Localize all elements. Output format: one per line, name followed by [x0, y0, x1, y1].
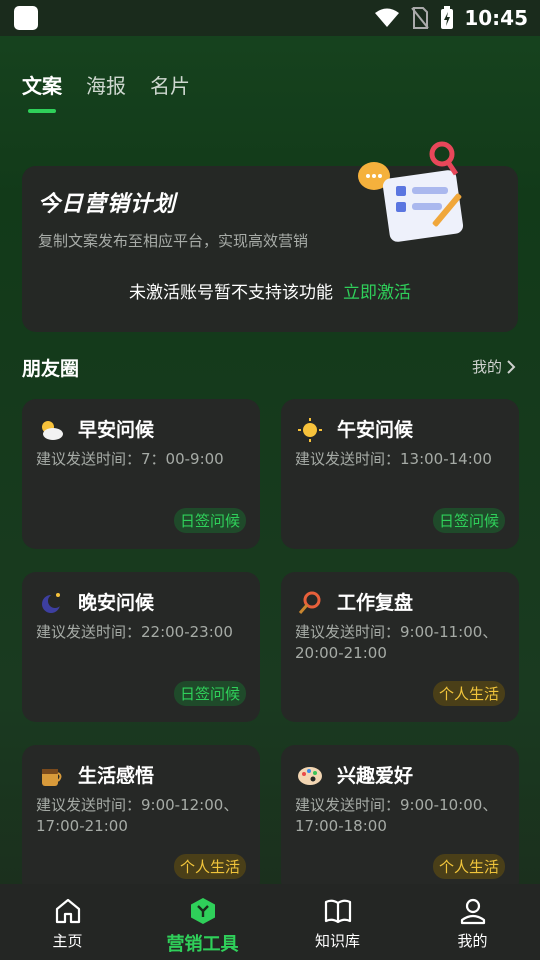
nav-home[interactable]: 主页 [0, 884, 135, 960]
card-desc: 建议发送时间：22:00-23:00 [36, 623, 233, 641]
app-notification-icon [14, 6, 38, 30]
nav-knowledge-base[interactable]: 知识库 [270, 884, 405, 960]
battery-charging-icon [441, 6, 454, 29]
activate-link[interactable]: 立即激活 [343, 283, 411, 303]
card-badge: 个人生活 [432, 854, 505, 879]
card-badge: 个人生活 [173, 854, 246, 879]
checklist-illustration-icon [358, 141, 464, 242]
section-title-moments: 朋友圈 [22, 358, 80, 380]
coffee-cup-icon [42, 769, 62, 786]
status-bar: 10:45 [0, 0, 540, 36]
card-title: 午安问候 [337, 419, 414, 441]
palette-icon [298, 767, 322, 785]
plan-subtitle: 复制文案发布至相应平台，实现高效营销 [38, 232, 309, 250]
card-work-review[interactable]: 工作复盘 建议发送时间：9:00-11:00、20:00-21:00 个人生活 [281, 572, 519, 722]
magnifier-icon [298, 591, 321, 614]
nav-label: 营销工具 [166, 934, 239, 955]
tab-poster[interactable]: 海报 [86, 70, 126, 113]
status-time: 10:45 [464, 6, 528, 30]
marketing-hex-icon [190, 898, 215, 924]
card-desc: 建议发送时间：9:00-11:00、20:00-21:00 [295, 623, 498, 662]
cloud-sun-icon [42, 421, 63, 440]
card-badge: 个人生活 [432, 681, 505, 706]
card-title: 工作复盘 [337, 592, 414, 614]
card-desc: 建议发送时间：13:00-14:00 [295, 450, 492, 468]
plan-title: 今日营销计划 [38, 192, 177, 217]
bottom-nav: 主页 营销工具 知识库 我的 [0, 884, 540, 960]
card-desc: 建议发送时间：9:00-12:00、17:00-21:00 [36, 796, 239, 835]
card-life-insights[interactable]: 生活感悟 建议发送时间：9:00-12:00、17:00-21:00 个人生活 [22, 745, 260, 895]
my-link[interactable]: 我的 [472, 356, 516, 377]
plan-notice: 未激活账号暂不支持该功能 立即激活 [0, 278, 540, 303]
card-noon-greeting[interactable]: 午安问候 建议发送时间：13:00-14:00 日签问候 [281, 399, 519, 549]
sun-icon [298, 418, 322, 442]
card-badge: 日签问候 [173, 681, 246, 706]
status-icons: 10:45 [374, 4, 528, 32]
card-hobbies[interactable]: 兴趣爱好 建议发送时间：9:00-10:00、17:00-18:00 个人生活 [281, 745, 519, 895]
home-icon [55, 898, 80, 924]
my-link-label: 我的 [471, 358, 502, 376]
nav-me[interactable]: 我的 [405, 884, 540, 960]
nav-label: 我的 [457, 932, 488, 950]
card-morning-greeting[interactable]: 早安问候 建议发送时间：7：00-9:00 日签问候 [22, 399, 260, 549]
plan-notice-text: 未激活账号暂不支持该功能 [129, 283, 333, 303]
top-tabs: 文案 海报 名片 [22, 70, 190, 113]
wifi-icon [375, 8, 400, 27]
nav-label: 主页 [52, 932, 83, 950]
tab-business-card[interactable]: 名片 [150, 70, 190, 113]
book-icon [324, 899, 351, 924]
user-icon [460, 898, 485, 925]
nav-label: 知识库 [314, 932, 360, 950]
nav-marketing-tools[interactable]: 营销工具 [135, 884, 270, 960]
card-desc: 建议发送时间：7：00-9:00 [36, 450, 224, 468]
tab-copywriting[interactable]: 文案 [22, 70, 62, 113]
card-title: 晚安问候 [78, 592, 155, 614]
card-badge: 日签问候 [173, 508, 246, 533]
no-sim-icon [411, 7, 430, 29]
chevron-right-icon [507, 359, 516, 374]
card-title: 兴趣爱好 [337, 765, 414, 787]
moon-icon [42, 593, 62, 613]
card-title: 生活感悟 [78, 765, 155, 787]
card-night-greeting[interactable]: 晚安问候 建议发送时间：22:00-23:00 日签问候 [22, 572, 260, 722]
card-desc: 建议发送时间：9:00-10:00、17:00-18:00 [295, 796, 498, 835]
card-badge: 日签问候 [432, 508, 505, 533]
card-title: 早安问候 [78, 419, 155, 441]
